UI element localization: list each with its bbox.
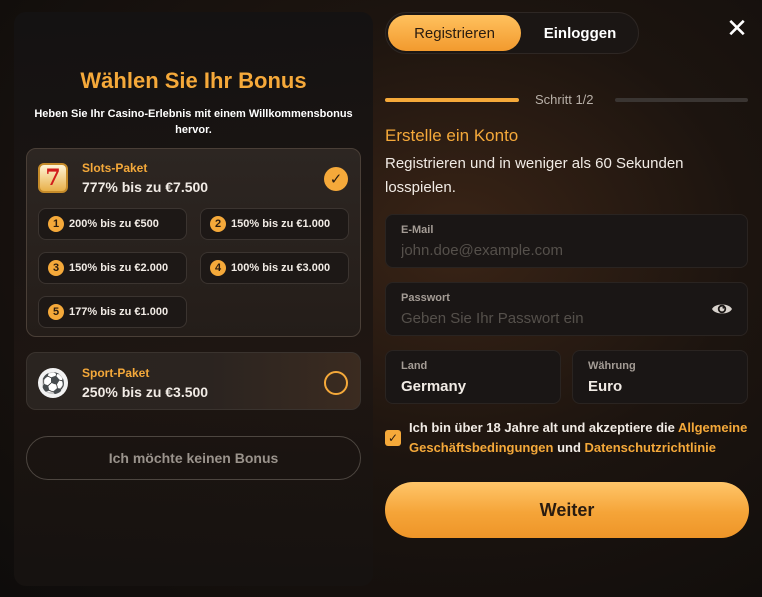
tier-text: 100% bis zu €3.000 xyxy=(231,262,331,274)
sport-package-card[interactable]: ⚽ Sport-Paket 250% bis zu €3.500 xyxy=(26,352,361,410)
step-progress-done xyxy=(385,98,519,102)
terms-prefix: Ich bin über 18 Jahre alt und akzeptiere… xyxy=(409,420,678,435)
currency-value: Euro xyxy=(588,378,623,395)
country-select[interactable]: Land Germany xyxy=(385,350,561,404)
country-value: Germany xyxy=(401,378,467,395)
bonus-panel: Wählen Sie Ihr Bonus Heben Sie Ihr Casin… xyxy=(14,12,373,586)
form-title: Erstelle ein Konto xyxy=(385,126,519,145)
email-input[interactable] xyxy=(401,242,701,259)
step-indicator: Schritt 1/2 xyxy=(535,92,594,107)
tier-text: 200% bis zu €500 xyxy=(69,218,159,230)
currency-label: Währung xyxy=(588,360,636,372)
bonus-tier-3: 3 150% bis zu €2.000 xyxy=(38,252,187,284)
auth-tab-bar: Registrieren Einloggen xyxy=(385,12,639,54)
tier-number-badge: 5 xyxy=(48,304,64,320)
form-subtitle: Registrieren und in weniger als 60 Sekun… xyxy=(385,155,684,196)
tier-text: 177% bis zu €1.000 xyxy=(69,306,169,318)
tier-number-badge: 1 xyxy=(48,216,64,232)
email-label: E-Mail xyxy=(401,224,434,236)
terms-checkbox[interactable]: ✓ xyxy=(385,430,401,446)
slot-seven-icon: 7 xyxy=(38,163,68,193)
tab-register[interactable]: Registrieren xyxy=(388,15,521,51)
password-input[interactable] xyxy=(401,310,701,327)
tier-number-badge: 2 xyxy=(210,216,226,232)
unselected-radio-icon[interactable] xyxy=(324,371,348,395)
no-bonus-button[interactable]: Ich möchte keinen Bonus xyxy=(26,436,361,480)
package-value: 777% bis zu €7.500 xyxy=(82,179,209,195)
continue-button[interactable]: Weiter xyxy=(385,482,749,538)
country-label: Land xyxy=(401,360,428,372)
password-label: Passwort xyxy=(401,292,450,304)
package-name: Slots-Paket xyxy=(82,161,148,175)
bonus-title: Wählen Sie Ihr Bonus xyxy=(80,68,307,93)
bonus-tier-1: 1 200% bis zu €500 xyxy=(38,208,187,240)
tier-text: 150% bis zu €2.000 xyxy=(69,262,169,274)
tier-number-badge: 4 xyxy=(210,260,226,276)
email-field[interactable]: E-Mail xyxy=(385,214,748,268)
bonus-tier-4: 4 100% bis zu €3.000 xyxy=(200,252,349,284)
slots-package-card[interactable]: 7 Slots-Paket 777% bis zu €7.500 ✓ 1 200… xyxy=(26,148,361,337)
close-icon[interactable]: ✕ xyxy=(723,14,751,42)
currency-select[interactable]: Währung Euro xyxy=(572,350,748,404)
package-value: 250% bis zu €3.500 xyxy=(82,384,209,400)
step-progress-remaining xyxy=(615,98,748,102)
soccer-ball-icon: ⚽ xyxy=(38,368,68,398)
tier-text: 150% bis zu €1.000 xyxy=(231,218,331,230)
terms-text: Ich bin über 18 Jahre alt und akzeptiere… xyxy=(409,418,754,458)
package-name: Sport-Paket xyxy=(82,366,150,380)
tab-login[interactable]: Einloggen xyxy=(524,15,636,51)
terms-middle: und xyxy=(553,440,585,455)
selected-check-icon[interactable]: ✓ xyxy=(324,167,348,191)
password-field[interactable]: Passwort xyxy=(385,282,748,336)
bonus-tier-2: 2 150% bis zu €1.000 xyxy=(200,208,349,240)
tier-number-badge: 3 xyxy=(48,260,64,276)
eye-icon[interactable] xyxy=(711,300,733,318)
bonus-subtitle: Heben Sie Ihr Casino-Erlebnis mit einem … xyxy=(34,108,353,136)
bonus-tier-5: 5 177% bis zu €1.000 xyxy=(38,296,187,328)
privacy-link[interactable]: Datenschutzrichtlinie xyxy=(585,440,716,455)
